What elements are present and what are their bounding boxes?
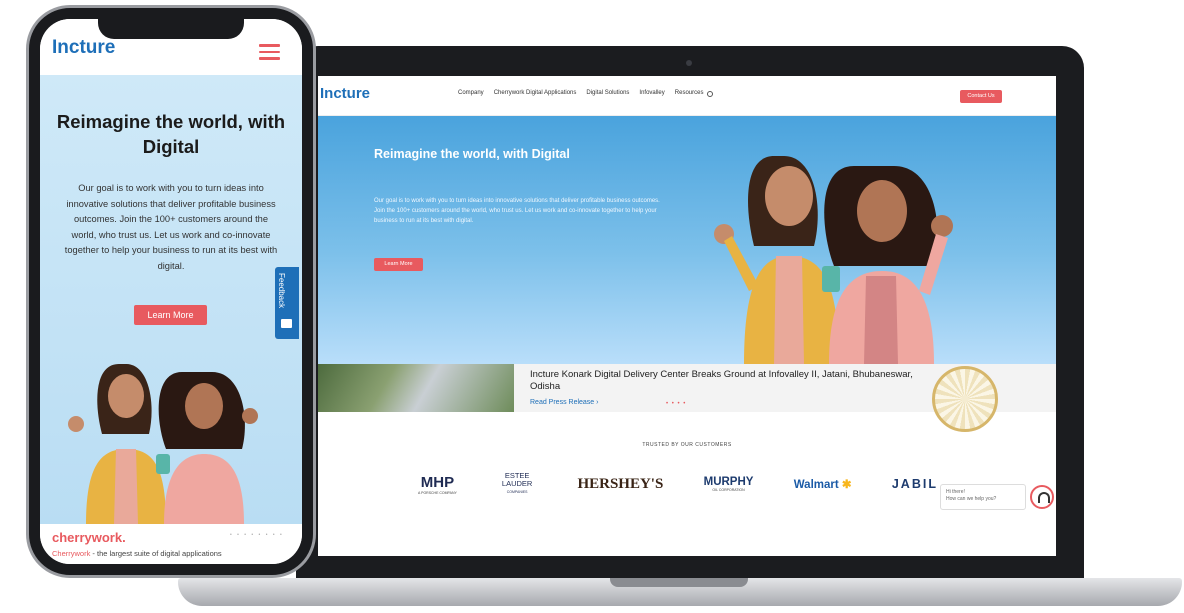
hersheys-logo: HERSHEY'S: [577, 475, 664, 492]
camera-icon: [686, 60, 692, 66]
feedback-label: Feedback: [277, 273, 286, 309]
walmart-logo: Walmart ✱: [793, 479, 852, 491]
news-title: Incture Konark Digital Delivery Center B…: [530, 369, 913, 392]
nav-item-company[interactable]: Company: [458, 90, 484, 97]
desktop-hero: Reimagine the world, with Digital Our go…: [318, 116, 1056, 364]
tagline-text: - the largest suite of digital applicati…: [90, 549, 222, 558]
desktop-navbar: Incture Company Cherrywork Digital Appli…: [318, 76, 1056, 116]
contact-us-button[interactable]: Contact Us: [960, 90, 1002, 103]
aerial-campus-image: [318, 364, 514, 412]
desktop-menu: Company Cherrywork Digital Applications …: [458, 90, 714, 97]
hero-women-image: [714, 156, 953, 364]
chat-greeting: Hi there!: [946, 489, 965, 495]
mobile-footer: cherrywork. • • • • • • • • Cherrywork -…: [40, 524, 302, 564]
mhp-logo: MHP A PORSCHE COMPANY: [418, 473, 457, 495]
feedback-tab[interactable]: Feedback: [275, 267, 299, 339]
nav-item-cherrywork[interactable]: Cherrywork Digital Applications: [494, 90, 577, 97]
nav-item-digital-solutions[interactable]: Digital Solutions: [586, 90, 629, 97]
phone-notch: [98, 17, 244, 39]
chat-popup[interactable]: Hi there! How can we help you?: [940, 484, 1026, 510]
hero-title: Reimagine the world, with Digital: [56, 111, 286, 157]
mobile-site: Incture Reimagine the world, with Digita…: [40, 19, 302, 564]
incture-logo[interactable]: Incture: [52, 37, 115, 59]
learn-more-button[interactable]: Learn More: [134, 305, 207, 325]
jabil-logo: JABIL: [891, 477, 938, 491]
konark-wheel-image: [932, 366, 998, 432]
laptop-opening-notch: [610, 578, 748, 587]
cherrywork-logo[interactable]: cherrywork.: [52, 530, 126, 545]
cherrywork-link[interactable]: Cherrywork: [52, 549, 90, 558]
murphy-logo: MURPHY OIL CORPORATION: [703, 476, 754, 492]
customer-logos: MHP A PORSCHE COMPANY ESTEE LAUDER COMPA…: [418, 472, 938, 496]
news-banner: Incture Konark Digital Delivery Center B…: [318, 364, 1056, 432]
search-icon[interactable]: [707, 91, 714, 97]
desktop-site: Incture Company Cherrywork Digital Appli…: [318, 76, 1056, 556]
headset-icon[interactable]: [1030, 485, 1054, 509]
mobile-hero: Reimagine the world, with Digital Our go…: [40, 75, 302, 524]
cherrywork-tagline: Cherrywork - the largest suite of digita…: [52, 549, 222, 558]
trusted-heading: TRUSTED BY OUR CUSTOMERS: [642, 442, 732, 448]
hero-description: Our goal is to work with you to turn ide…: [374, 198, 660, 224]
carousel-dots: • • • • • • • •: [230, 532, 284, 538]
hero-women-image: [68, 364, 258, 524]
nav-item-infovalley[interactable]: Infovalley: [639, 90, 664, 97]
hero-title: Reimagine the world, with Digital: [374, 147, 570, 161]
learn-more-button[interactable]: Learn More: [374, 258, 423, 271]
chat-prompt: How can we help you?: [946, 496, 997, 502]
nav-item-resources[interactable]: Resources: [675, 90, 704, 97]
walmart-spark-icon: ✱: [838, 479, 852, 491]
incture-logo[interactable]: Incture: [320, 85, 370, 102]
hamburger-menu-icon[interactable]: [259, 44, 280, 60]
mail-icon: [281, 319, 292, 328]
read-press-release-link[interactable]: Read Press Release ›: [530, 399, 598, 406]
carousel-dots[interactable]: • • • •: [666, 401, 686, 407]
hero-description: Our goal is to work with you to turn ide…: [64, 183, 278, 271]
estee-lauder-logo: ESTEE LAUDER COMPANIES: [501, 471, 533, 495]
